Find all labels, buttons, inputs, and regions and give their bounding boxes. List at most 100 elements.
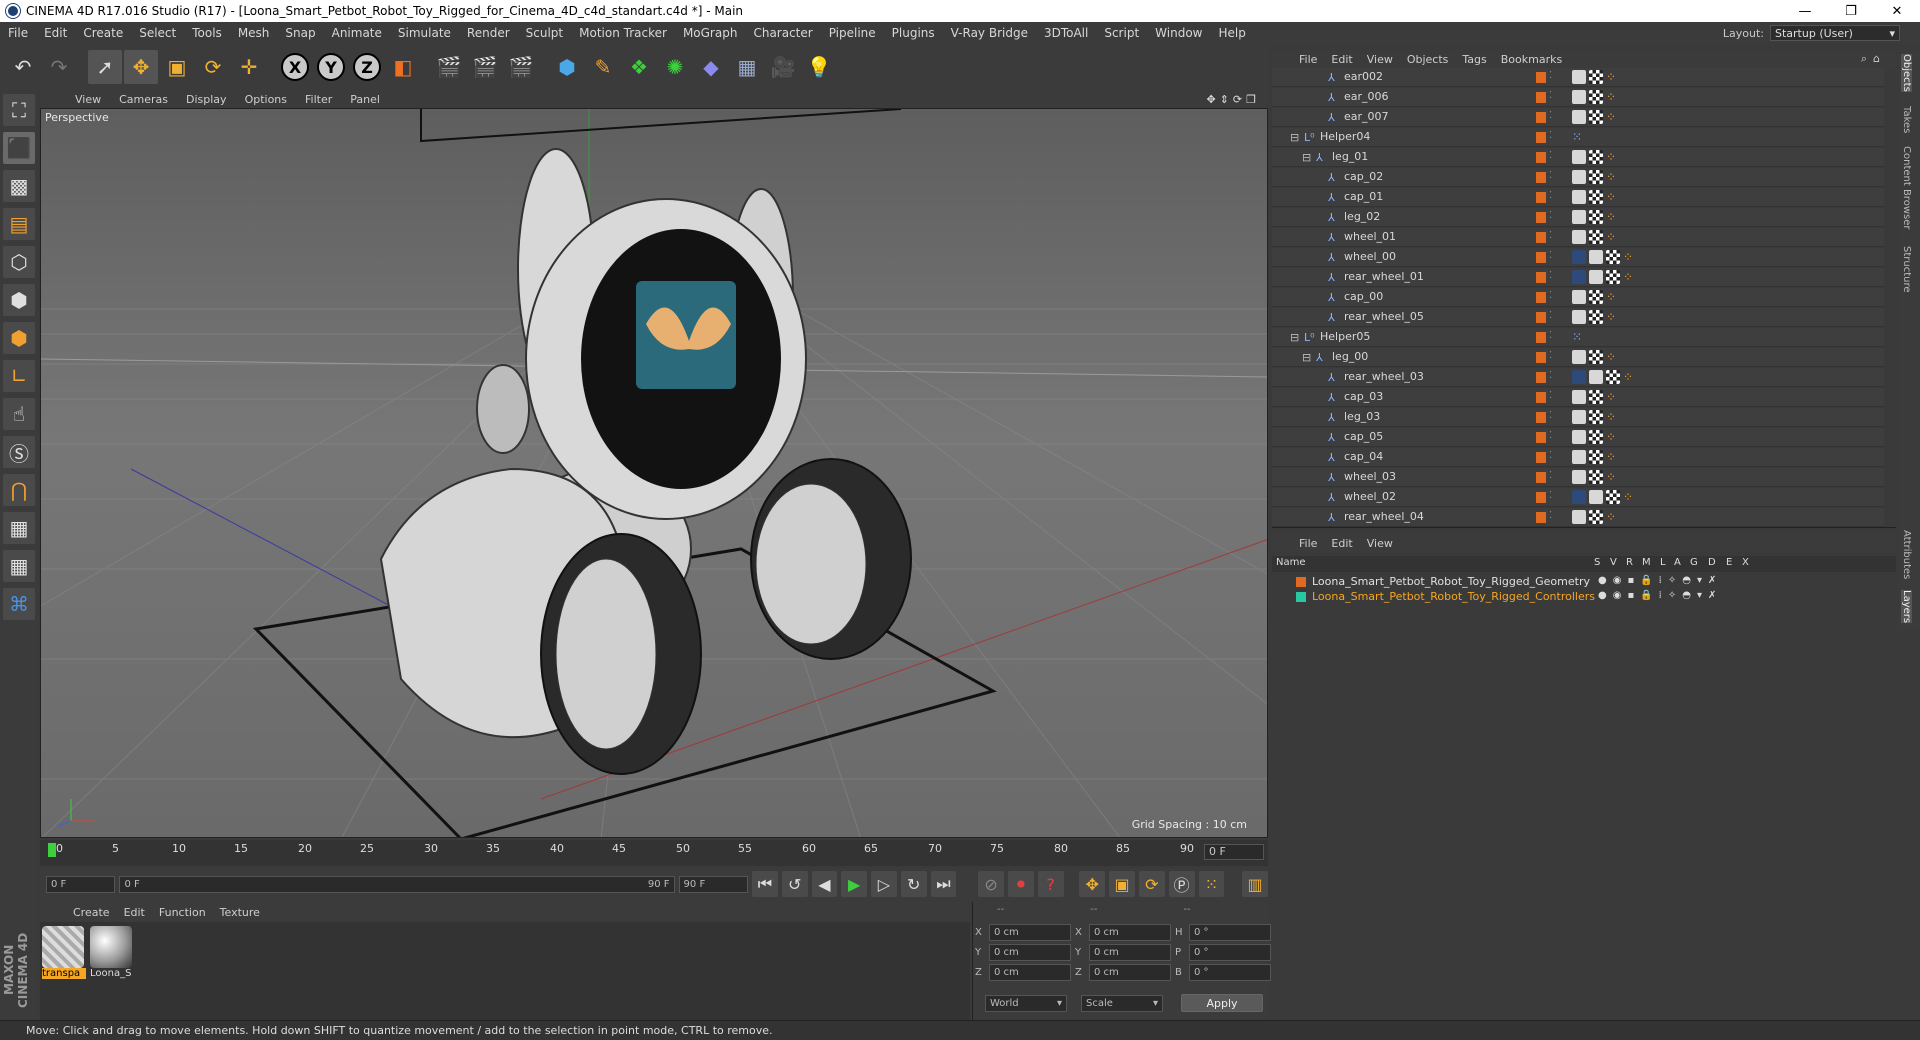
layer-row[interactable]: Loona_Smart_Petbot_Robot_Toy_Rigged_Geom… <box>1272 574 1896 589</box>
viewport-menu-display[interactable]: Display <box>177 93 236 106</box>
weight-tag-icon[interactable]: ⁘ <box>1606 350 1620 364</box>
start-frame-field[interactable]: 0 F <box>46 875 116 893</box>
scale-tool-button[interactable]: ▣ <box>160 50 194 84</box>
render-settings-button[interactable]: 🎬 <box>504 50 538 84</box>
object-row[interactable]: ⅄ cap_04 ⁚ ⁘ <box>1272 448 1884 467</box>
object-row[interactable]: ⊟ ⅄ leg_01 ⁚ ⁘ <box>1272 148 1884 167</box>
timeline-window-button[interactable]: ▥ <box>1242 871 1268 897</box>
layer-color-indicator[interactable] <box>1536 272 1546 283</box>
current-frame-field[interactable]: 0 F <box>1204 844 1264 860</box>
menu-simulate[interactable]: Simulate <box>390 26 459 40</box>
texture-tag-icon[interactable] <box>1589 90 1603 104</box>
menu-mograph[interactable]: MoGraph <box>675 26 746 40</box>
layer-col-expressions[interactable]: E <box>1726 557 1732 568</box>
objects-menu-file[interactable]: File <box>1292 53 1324 66</box>
layer-color-swatch[interactable] <box>1296 592 1306 602</box>
phong-tag-icon[interactable] <box>1572 190 1586 204</box>
timeline-ruler[interactable]: 0 5 10 15 20 25 30 35 40 45 50 55 60 65 … <box>40 840 1268 866</box>
menu-mesh[interactable]: Mesh <box>230 26 278 40</box>
object-row[interactable]: ⅄ cap_00 ⁚ ⁘ <box>1272 288 1884 307</box>
weight-tag-icon[interactable]: ⁘ <box>1606 410 1620 424</box>
menu-window[interactable]: Window <box>1147 26 1210 40</box>
playhead-marker[interactable] <box>48 843 56 857</box>
material-menu-create[interactable]: Create <box>66 906 117 919</box>
texture-tag-icon[interactable] <box>1589 170 1603 184</box>
material-menu-texture[interactable]: Texture <box>213 906 267 919</box>
object-row[interactable]: ⅄ rear_wheel_03 ⁚ ⁘ <box>1272 368 1884 387</box>
phong-tag-icon[interactable] <box>1572 450 1586 464</box>
visibility-dots-icon[interactable]: ⁚ <box>1549 410 1552 421</box>
redo-button[interactable]: ↷ <box>42 50 76 84</box>
object-row[interactable]: ⅄ wheel_02 ⁚ ⁘ <box>1272 488 1884 507</box>
visibility-dots-icon[interactable]: ⁚ <box>1549 290 1552 301</box>
layers-menu-file[interactable]: File <box>1292 537 1324 550</box>
position-y-field[interactable]: 0 cm <box>989 944 1071 961</box>
layer-color-indicator[interactable] <box>1536 192 1546 203</box>
phong-tag-icon[interactable] <box>1572 70 1586 84</box>
layer-col-deformers[interactable]: D <box>1708 557 1716 568</box>
menu-file[interactable]: File <box>0 26 36 40</box>
layer-color-indicator[interactable] <box>1536 72 1546 83</box>
object-row[interactable]: ⅄ cap_02 ⁚ ⁘ <box>1272 168 1884 187</box>
workplane-mode-button[interactable]: ▤ <box>3 208 35 240</box>
texture-tag-icon[interactable] <box>1606 370 1620 384</box>
layer-color-indicator[interactable] <box>1536 432 1546 443</box>
layout-select[interactable]: Startup (User) ▾ <box>1770 25 1900 41</box>
layer-color-indicator[interactable] <box>1536 92 1546 103</box>
phong-tag-icon[interactable] <box>1572 410 1586 424</box>
z-axis-lock-button[interactable]: Z <box>350 50 384 84</box>
phong-tag-icon[interactable] <box>1572 150 1586 164</box>
key-scale-button[interactable]: ▣ <box>1109 871 1135 897</box>
phong-tag-icon[interactable] <box>1572 510 1586 524</box>
visibility-dots-icon[interactable]: ⁚ <box>1549 230 1552 241</box>
texture-tag-icon[interactable] <box>1589 350 1603 364</box>
tab-structure[interactable]: Structure <box>1901 246 1912 293</box>
visibility-dots-icon[interactable]: ⁚ <box>1549 350 1552 361</box>
selection-tag-icon[interactable] <box>1572 490 1586 504</box>
expand-collapse-icon[interactable]: ⊟ <box>1302 351 1314 364</box>
weight-tag-icon[interactable]: ⁘ <box>1606 70 1620 84</box>
key-position-button[interactable]: ✥ <box>1079 871 1106 897</box>
phong-tag-icon[interactable] <box>1572 210 1586 224</box>
objects-menu-objects[interactable]: Objects <box>1400 53 1456 66</box>
weight-tag-icon[interactable]: ⁘ <box>1606 150 1620 164</box>
weight-tag-icon[interactable]: ⁘ <box>1623 250 1637 264</box>
phong-tag-icon[interactable] <box>1572 350 1586 364</box>
perspective-viewport[interactable]: Perspective Grid Spacing: 10 cm <box>40 108 1268 838</box>
keyframe-selection-button[interactable]: ? <box>1037 871 1064 897</box>
add-camera-button[interactable]: 🎥 <box>766 50 800 84</box>
object-row[interactable]: ⅄ rear_wheel_01 ⁚ ⁘ <box>1272 268 1884 287</box>
add-spline-button[interactable]: ✎ <box>586 50 620 84</box>
texture-tag-icon[interactable] <box>1589 110 1603 124</box>
phong-tag-icon[interactable] <box>1572 290 1586 304</box>
layer-color-indicator[interactable] <box>1536 372 1546 383</box>
weight-tag-icon[interactable]: ⁘ <box>1606 430 1620 444</box>
polygons-mode-button[interactable]: ⬢ <box>3 322 35 354</box>
selection-tag-icon[interactable] <box>1572 370 1586 384</box>
object-row[interactable]: ⅄ leg_03 ⁚ ⁘ <box>1272 408 1884 427</box>
selection-tag-icon[interactable] <box>1572 270 1586 284</box>
menu-pipeline[interactable]: Pipeline <box>821 26 884 40</box>
visibility-dots-icon[interactable]: ⁚ <box>1549 470 1552 481</box>
go-to-end-button[interactable]: ⏭ <box>930 871 957 897</box>
prev-key-button[interactable]: ↺ <box>781 871 808 897</box>
texture-tag-icon[interactable] <box>1589 210 1603 224</box>
menu-3dtoall[interactable]: 3DToAll <box>1036 26 1096 40</box>
texture-tag-icon[interactable] <box>1589 450 1603 464</box>
record-keys-button[interactable]: ⊘ <box>978 871 1005 897</box>
weight-tag-icon[interactable]: ⁘ <box>1606 470 1620 484</box>
weight-tag-icon[interactable]: ⁘ <box>1606 170 1620 184</box>
layer-color-indicator[interactable] <box>1536 332 1546 343</box>
layer-col-render[interactable]: R <box>1626 557 1633 568</box>
weight-tag-icon[interactable]: ⁘ <box>1623 370 1637 384</box>
coordinate-system-button[interactable]: ◧ <box>386 50 420 84</box>
visibility-dots-icon[interactable]: ⁚ <box>1549 330 1552 341</box>
tab-layers[interactable]: Layers <box>1901 590 1912 624</box>
minimize-button[interactable]: — <box>1782 4 1828 19</box>
add-cube-button[interactable]: ⬢ <box>550 50 584 84</box>
edges-mode-button[interactable]: ⬢ <box>3 284 35 316</box>
last-tool-button[interactable]: ✛ <box>232 50 266 84</box>
viewport-nav-icons[interactable]: ✥⇕⟳❐ <box>1206 93 1268 106</box>
size-x-field[interactable]: 0 cm <box>1089 924 1171 941</box>
model-mode-button[interactable]: ⬛ <box>3 132 35 164</box>
